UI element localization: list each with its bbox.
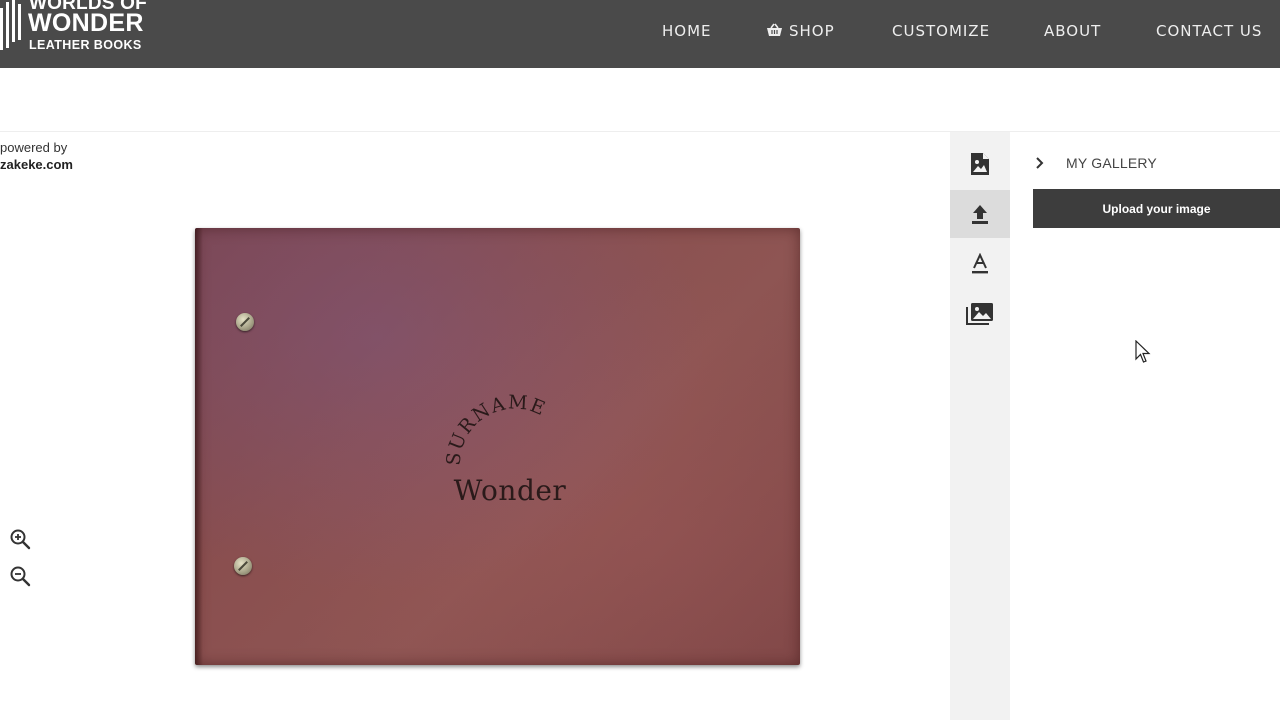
logo-text-line2: WONDER [28, 9, 144, 37]
nav-home-label: HOME [662, 22, 712, 40]
text-icon [972, 253, 988, 274]
nav-home[interactable]: HOME [662, 22, 712, 40]
upload-icon [972, 205, 988, 224]
tool-upload-button[interactable] [950, 190, 1010, 238]
engraving-name-text[interactable]: Wonder [195, 474, 800, 507]
engraving-arc[interactable]: SURNAME [195, 228, 800, 665]
powered-by-brand: zakeke.com [0, 157, 73, 172]
site-logo[interactable]: WORLDS OF WONDER LEATHER BOOKS [0, 0, 160, 58]
tool-gallery-button[interactable] [950, 290, 1010, 338]
gallery-icon [966, 303, 993, 325]
zoom-out-button[interactable] [9, 565, 31, 587]
mouse-cursor-icon [1135, 340, 1151, 363]
nav-contact-us[interactable]: CONTACT US [1156, 22, 1262, 40]
zoom-out-icon [10, 566, 31, 587]
tool-rail [950, 132, 1010, 720]
zoom-in-button[interactable] [9, 528, 31, 550]
tool-image-button[interactable] [950, 140, 1010, 188]
nav-customize-label: CUSTOMIZE [892, 22, 991, 40]
my-gallery-title: MY GALLERY [1066, 155, 1157, 171]
nav-shop-label: SHOP [789, 22, 835, 40]
basket-icon [767, 23, 782, 36]
section-divider [0, 131, 1280, 132]
leather-book-preview[interactable]: SURNAME Wonder [195, 228, 800, 665]
nav-about-label: ABOUT [1044, 22, 1102, 40]
zoom-in-icon [10, 529, 31, 550]
image-icon [971, 153, 989, 175]
upload-image-button[interactable]: Upload your image [1033, 189, 1280, 228]
book-logo-icon [0, 0, 21, 50]
nav-about[interactable]: ABOUT [1044, 22, 1101, 40]
powered-by-label: powered by [0, 140, 68, 155]
engraving-arc-text: SURNAME [443, 391, 548, 466]
svg-text:SURNAME: SURNAME [443, 391, 550, 466]
tool-text-button[interactable] [950, 240, 1010, 288]
site-header: WORLDS OF WONDER LEATHER BOOKS HOME SHOP… [0, 0, 1280, 68]
powered-by[interactable]: powered by zakeke.com [0, 139, 73, 173]
chevron-right-icon [1036, 157, 1044, 169]
nav-shop[interactable]: SHOP [766, 22, 835, 40]
nav-customize[interactable]: CUSTOMIZE [892, 22, 990, 40]
logo-text-line3: LEATHER BOOKS [29, 38, 142, 52]
my-gallery-toggle[interactable]: MY GALLERY [1033, 152, 1273, 174]
nav-contact-label: CONTACT US [1156, 22, 1263, 40]
